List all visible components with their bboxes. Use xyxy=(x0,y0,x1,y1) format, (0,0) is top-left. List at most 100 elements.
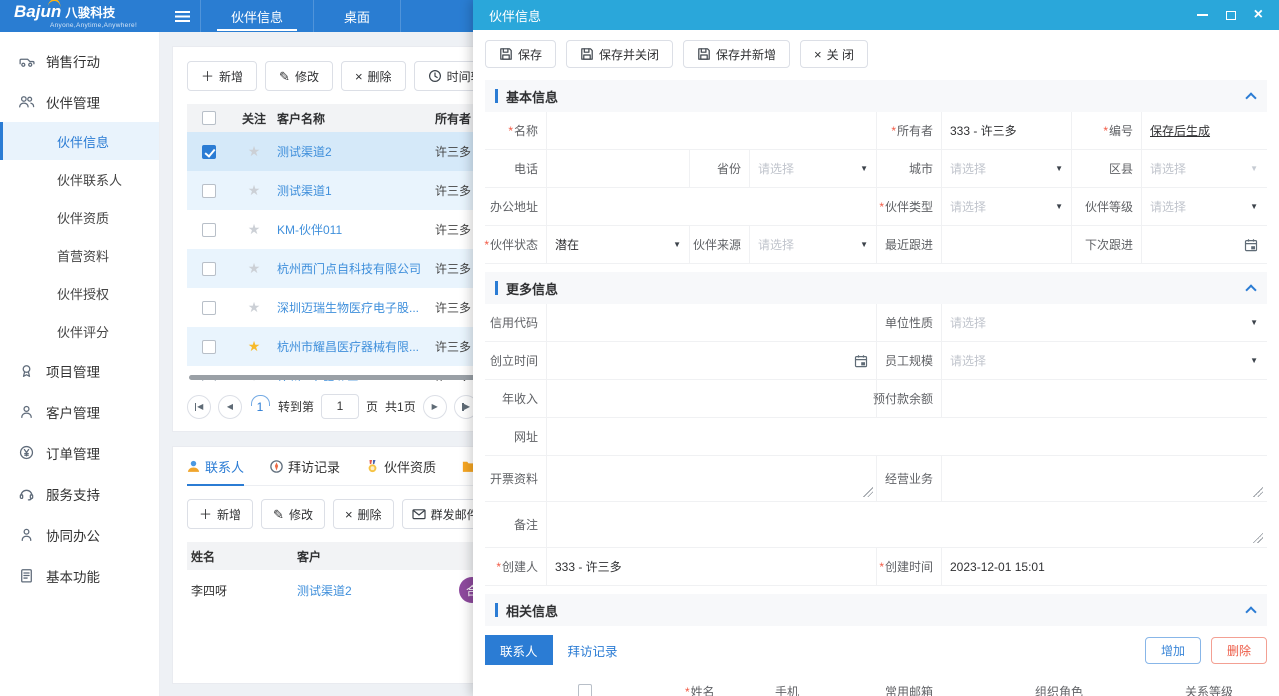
row-checkbox[interactable] xyxy=(202,340,216,354)
sidebar-item-collaboration[interactable]: 协同办公 xyxy=(0,514,159,555)
credit-code-input[interactable] xyxy=(547,304,877,341)
save-and-new-button[interactable]: 保存并新增 xyxy=(683,40,790,68)
sidebar-item-partner-qualification[interactable]: 伙伴资质 xyxy=(0,198,159,236)
tab-visit-records[interactable]: 拜访记录 xyxy=(270,457,340,485)
row-checkbox[interactable] xyxy=(202,301,216,315)
business-textarea[interactable] xyxy=(942,456,1266,501)
select-all-checkbox[interactable] xyxy=(202,111,216,125)
star-icon[interactable] xyxy=(248,299,261,316)
row-checkbox[interactable] xyxy=(202,223,216,237)
nav-tab-partner-info[interactable]: 伙伴信息 xyxy=(200,0,314,32)
related-select-all-checkbox[interactable] xyxy=(578,684,592,696)
hamburger-menu-icon[interactable] xyxy=(164,0,200,32)
sidebar-item-partner-score[interactable]: 伙伴评分 xyxy=(0,312,159,350)
minimize-icon[interactable] xyxy=(1197,14,1208,16)
sidebar-item-partner-mgmt[interactable]: 伙伴管理 xyxy=(0,81,159,122)
contact-customer-link[interactable]: 测试渠道2 xyxy=(297,582,352,599)
next-page-button[interactable] xyxy=(423,395,447,419)
total-pages-label: 共1页 xyxy=(385,398,416,415)
code-field[interactable]: 保存后生成 xyxy=(1142,112,1266,149)
partner-type-select[interactable]: 请选择 xyxy=(942,188,1072,225)
founded-date-input[interactable] xyxy=(547,342,877,379)
staff-scale-select[interactable]: 请选择 xyxy=(942,342,1266,379)
customer-name-link[interactable]: 测试渠道2 xyxy=(277,143,435,160)
phone-input[interactable] xyxy=(547,150,690,187)
website-input[interactable] xyxy=(547,418,1266,455)
prev-page-button[interactable] xyxy=(218,395,242,419)
save-button[interactable]: 保存 xyxy=(485,40,556,68)
annual-income-input[interactable] xyxy=(547,380,877,417)
page-unit-label: 页 xyxy=(366,398,378,415)
maximize-icon[interactable] xyxy=(1226,11,1236,20)
sidebar-item-partner-contacts[interactable]: 伙伴联系人 xyxy=(0,160,159,198)
district-select-disabled[interactable]: 请选择 xyxy=(1142,150,1266,187)
delete-button[interactable]: ×删除 xyxy=(341,61,406,91)
row-checkbox[interactable] xyxy=(202,145,216,159)
row-checkbox[interactable] xyxy=(202,262,216,276)
horizontal-scrollbar[interactable] xyxy=(189,375,479,380)
related-add-button[interactable]: 增加 xyxy=(1145,637,1201,664)
page-number-input[interactable]: 1 xyxy=(321,394,359,419)
resize-handle-icon[interactable] xyxy=(1253,533,1263,543)
chevron-up-icon[interactable] xyxy=(1245,283,1257,293)
related-tab-visit-records[interactable]: 拜访记录 xyxy=(553,635,633,665)
recent-follow-input[interactable] xyxy=(942,226,1072,263)
calendar-icon[interactable] xyxy=(854,354,868,368)
name-input[interactable] xyxy=(547,112,877,149)
related-tab-contacts[interactable]: 联系人 xyxy=(485,635,553,665)
customer-name-link[interactable]: 测试渠道1 xyxy=(277,182,435,199)
province-select[interactable]: 请选择 xyxy=(750,150,877,187)
plus-icon: ＋ xyxy=(201,70,214,83)
add-button[interactable]: ＋新增 xyxy=(187,61,257,91)
chevron-up-icon[interactable] xyxy=(1245,605,1257,615)
unit-nature-select[interactable]: 请选择 xyxy=(942,304,1266,341)
prepaid-balance-input[interactable] xyxy=(942,380,1266,417)
star-icon[interactable] xyxy=(248,260,261,277)
save-and-close-button[interactable]: 保存并关闭 xyxy=(566,40,673,68)
sidebar-item-first-camp-materials[interactable]: 首营资料 xyxy=(0,236,159,274)
partner-level-select[interactable]: 请选择 xyxy=(1142,188,1266,225)
chevron-up-icon[interactable] xyxy=(1245,91,1257,101)
related-delete-button[interactable]: 删除 xyxy=(1211,637,1267,664)
address-input[interactable] xyxy=(547,188,877,225)
customer-name-link[interactable]: 杭州西门点自科技有限公司 xyxy=(277,260,435,277)
sidebar-item-partner-authorization[interactable]: 伙伴授权 xyxy=(0,274,159,312)
code-generated-link[interactable]: 保存后生成 xyxy=(1150,122,1210,139)
row-checkbox[interactable] xyxy=(202,184,216,198)
next-follow-date-input[interactable] xyxy=(1142,226,1266,263)
partner-source-select[interactable]: 请选择 xyxy=(750,226,877,263)
sidebar-item-partner-info[interactable]: 伙伴信息 xyxy=(0,122,159,160)
contact-delete-button[interactable]: ×删除 xyxy=(333,499,394,529)
sidebar-item-project-mgmt[interactable]: 项目管理 xyxy=(0,350,159,391)
partner-status-select[interactable]: 潜在 xyxy=(547,226,690,263)
sidebar-item-customer-mgmt[interactable]: 客户管理 xyxy=(0,391,159,432)
star-icon[interactable] xyxy=(248,182,261,199)
star-icon[interactable] xyxy=(248,221,261,238)
edit-button[interactable]: ✎修改 xyxy=(265,61,333,91)
current-page[interactable]: 1 xyxy=(249,400,271,414)
tab-partner-qualification[interactable]: 伙伴资质 xyxy=(366,457,436,485)
tab-contacts[interactable]: 联系人 xyxy=(187,457,244,485)
nav-tab-desktop[interactable]: 桌面 xyxy=(314,0,401,32)
star-icon-favorited[interactable] xyxy=(248,338,261,355)
star-icon[interactable] xyxy=(248,143,261,160)
city-select[interactable]: 请选择 xyxy=(942,150,1072,187)
sidebar-item-order-mgmt[interactable]: 订单管理 xyxy=(0,432,159,473)
owner-field[interactable]: 333 - 许三多 xyxy=(942,112,1072,149)
sidebar-item-sales-action[interactable]: 销售行动 xyxy=(0,40,159,81)
sidebar-item-basic-functions[interactable]: 基本功能 xyxy=(0,555,159,596)
remark-textarea[interactable] xyxy=(547,502,1266,547)
invoice-info-textarea[interactable] xyxy=(547,456,877,501)
close-icon[interactable] xyxy=(1254,7,1263,23)
close-button[interactable]: ×关 闭 xyxy=(800,40,868,68)
resize-handle-icon[interactable] xyxy=(1253,487,1263,497)
contact-add-button[interactable]: ＋新增 xyxy=(187,499,253,529)
customer-name-link[interactable]: KM-伙伴011 xyxy=(277,221,435,238)
customer-name-link[interactable]: 杭州市耀昌医疗器械有限... xyxy=(277,338,435,355)
contact-edit-button[interactable]: ✎修改 xyxy=(261,499,325,529)
first-page-button[interactable] xyxy=(187,395,211,419)
resize-handle-icon[interactable] xyxy=(863,487,873,497)
calendar-icon[interactable] xyxy=(1244,238,1258,252)
sidebar-item-service-support[interactable]: 服务支持 xyxy=(0,473,159,514)
customer-name-link[interactable]: 深圳迈瑞生物医疗电子股... xyxy=(277,299,435,316)
